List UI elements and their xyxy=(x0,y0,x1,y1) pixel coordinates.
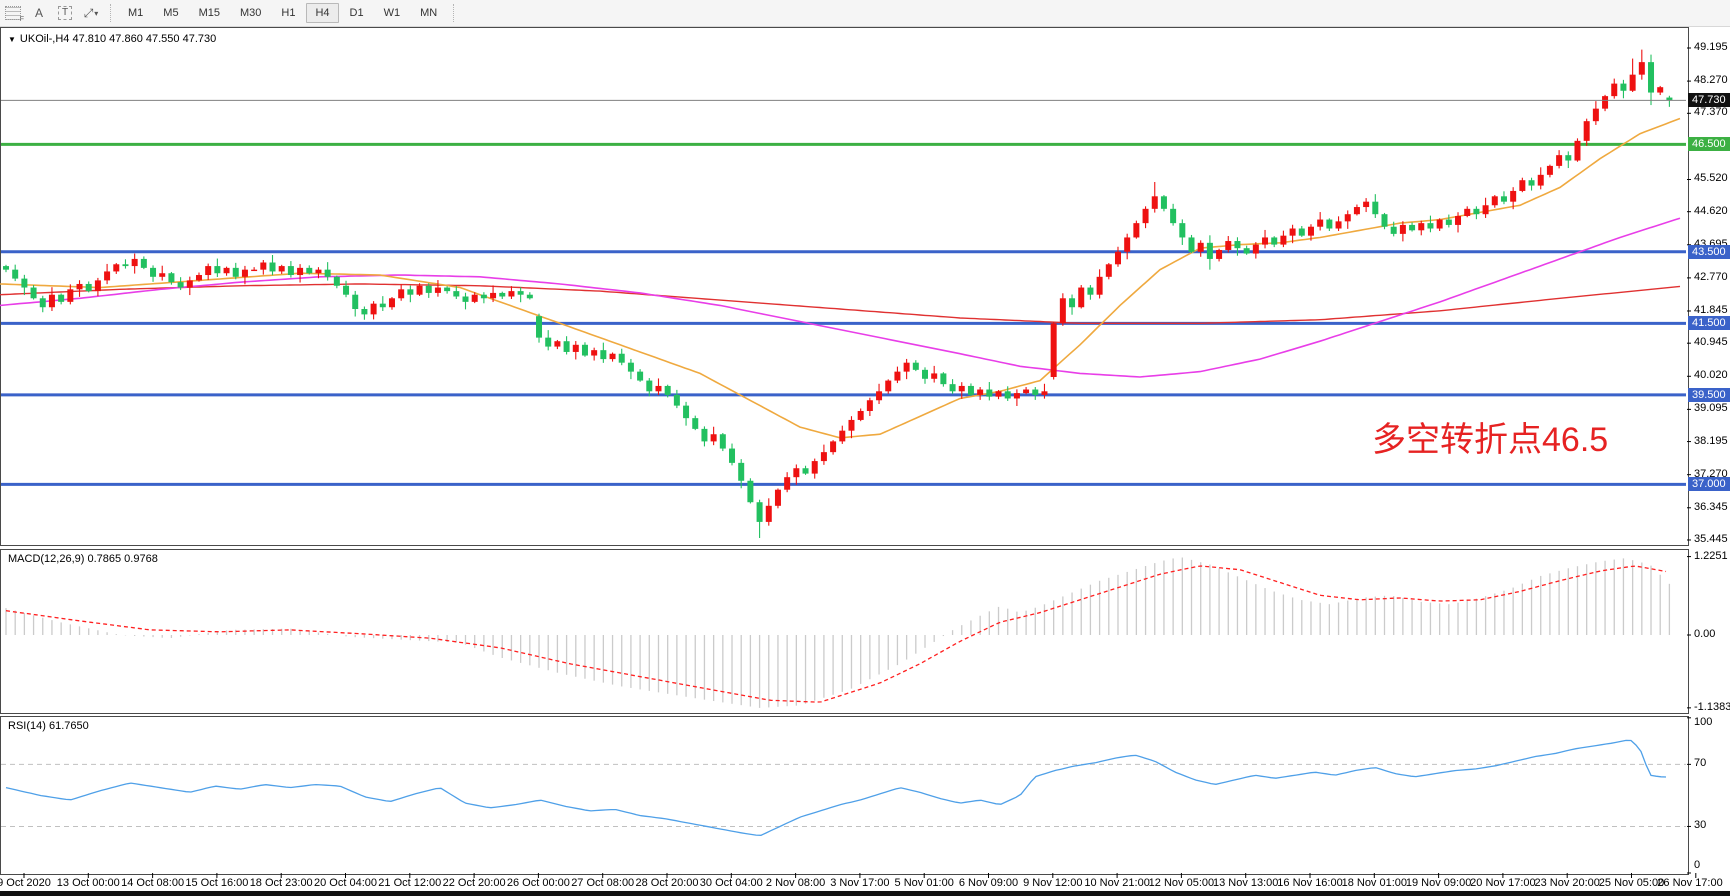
axis-label: 40.020 xyxy=(1694,369,1728,381)
time-axis-label: 26 Oct 00:00 xyxy=(507,877,570,889)
timeframe-button-m30[interactable]: M30 xyxy=(231,3,270,23)
timeframe-button-m5[interactable]: M5 xyxy=(154,3,187,23)
grid-anchor-icon[interactable]: F xyxy=(2,3,24,23)
time-axis-label: 9 Nov 12:00 xyxy=(1023,877,1082,889)
time-axis-label: 21 Oct 12:00 xyxy=(378,877,441,889)
time-axis-label: 6 Nov 09:00 xyxy=(959,877,1018,889)
axis-label: 47.370 xyxy=(1694,106,1728,118)
price-tag: 46.500 xyxy=(1688,137,1730,151)
rsi-panel[interactable] xyxy=(0,716,1689,875)
time-axis-label: 28 Oct 20:00 xyxy=(636,877,699,889)
time-axis-label: 10 Nov 21:00 xyxy=(1084,877,1149,889)
text-label-icon[interactable]: A xyxy=(28,3,50,23)
macd-indicator-label: MACD(12,26,9) 0.7865 0.9768 xyxy=(8,553,158,565)
time-axis-label: 2 Nov 08:00 xyxy=(766,877,825,889)
timeframe-button-h1[interactable]: H1 xyxy=(272,3,304,23)
timeframe-button-d1[interactable]: D1 xyxy=(341,3,373,23)
time-axis-label: 13 Nov 13:00 xyxy=(1213,877,1278,889)
axis-label: 38.195 xyxy=(1694,435,1728,447)
time-axis-label: 19 Nov 09:00 xyxy=(1406,877,1471,889)
timeframe-button-mn[interactable]: MN xyxy=(411,3,446,23)
axis-label: 70 xyxy=(1694,757,1706,769)
price-tag: 41.500 xyxy=(1688,316,1730,330)
axis-label: 1.2251 xyxy=(1694,550,1728,562)
axis-label: 36.345 xyxy=(1694,501,1728,513)
axis-label: 30 xyxy=(1694,819,1706,831)
axis-label: 45.520 xyxy=(1694,172,1728,184)
timeframe-button-w1[interactable]: W1 xyxy=(375,3,410,23)
time-axis-label: 22 Oct 20:00 xyxy=(443,877,506,889)
time-axis-label: 26 Nov 17:00 xyxy=(1657,877,1722,889)
price-tag: 47.730 xyxy=(1688,93,1730,107)
axis-label: 35.445 xyxy=(1694,533,1728,545)
axis-label: 44.620 xyxy=(1694,205,1728,217)
axis-label: 0.00 xyxy=(1694,628,1715,640)
time-axis-label: 16 Nov 16:00 xyxy=(1277,877,1342,889)
macd-panel[interactable] xyxy=(0,549,1689,714)
price-chart-panel[interactable] xyxy=(0,27,1689,546)
time-axis-label: 18 Oct 23:00 xyxy=(250,877,313,889)
time-axis-label: 3 Nov 17:00 xyxy=(830,877,889,889)
axis-label: 100 xyxy=(1694,716,1712,728)
axis-label: 40.945 xyxy=(1694,336,1728,348)
time-axis-label: 20 Oct 04:00 xyxy=(314,877,377,889)
price-tag: 39.500 xyxy=(1688,388,1730,402)
toolbar-separator xyxy=(453,4,455,22)
time-axis-label: 5 Nov 01:00 xyxy=(895,877,954,889)
axis-label: 48.270 xyxy=(1694,74,1728,86)
window-bottom-edge xyxy=(0,891,1730,896)
time-axis-label: 13 Oct 00:00 xyxy=(57,877,120,889)
arrows-tool-icon[interactable]: ⤢▾ xyxy=(80,3,102,23)
mt4-window: { "toolbar": { "icons": [ {"name": "grid… xyxy=(0,0,1730,896)
price-tag: 37.000 xyxy=(1688,477,1730,491)
time-axis-label: 12 Nov 05:00 xyxy=(1149,877,1214,889)
chart-title: ▼UKOil-,H4 47.810 47.860 47.550 47.730 xyxy=(8,33,216,45)
rsi-indicator-label: RSI(14) 61.7650 xyxy=(8,720,89,732)
timeframe-button-h4[interactable]: H4 xyxy=(306,3,338,23)
price-tag: 43.500 xyxy=(1688,245,1730,259)
price-axis[interactable]: 49.19548.27047.37045.52044.62043.69542.7… xyxy=(1688,27,1730,873)
axis-label: 49.195 xyxy=(1694,41,1728,53)
symbol-dropdown-icon[interactable]: ▼ xyxy=(8,35,16,44)
axis-label: 0 xyxy=(1694,859,1700,871)
time-axis-label: 20 Nov 17:00 xyxy=(1470,877,1535,889)
time-axis-label: 23 Nov 20:00 xyxy=(1534,877,1599,889)
axis-label: 42.770 xyxy=(1694,271,1728,283)
timeframe-button-m15[interactable]: M15 xyxy=(190,3,229,23)
time-axis-label: 18 Nov 01:00 xyxy=(1342,877,1407,889)
axis-label: -1.1383 xyxy=(1694,701,1730,713)
time-axis-label: 14 Oct 08:00 xyxy=(121,877,184,889)
toolbar: F A T ⤢▾ M1M5M15M30H1H4D1W1MN xyxy=(0,0,1730,27)
text-box-icon[interactable]: T xyxy=(54,3,76,23)
time-axis-label: 30 Oct 04:00 xyxy=(700,877,763,889)
toolbar-separator xyxy=(110,4,112,22)
time-axis-label: 9 Oct 2020 xyxy=(0,877,51,889)
axis-label: 39.095 xyxy=(1694,402,1728,414)
time-axis-label: 25 Nov 05:00 xyxy=(1599,877,1664,889)
time-axis-label: 15 Oct 16:00 xyxy=(185,877,248,889)
timeframe-button-m1[interactable]: M1 xyxy=(119,3,152,23)
axis-label: 41.845 xyxy=(1694,304,1728,316)
timeframe-buttons: M1M5M15M30H1H4D1W1MN xyxy=(118,7,447,19)
dropdown-caret-icon[interactable]: ▾ xyxy=(94,9,98,18)
chart-annotation-text: 多空转折点46.5 xyxy=(1372,412,1608,461)
time-axis-label: 27 Oct 08:00 xyxy=(571,877,634,889)
